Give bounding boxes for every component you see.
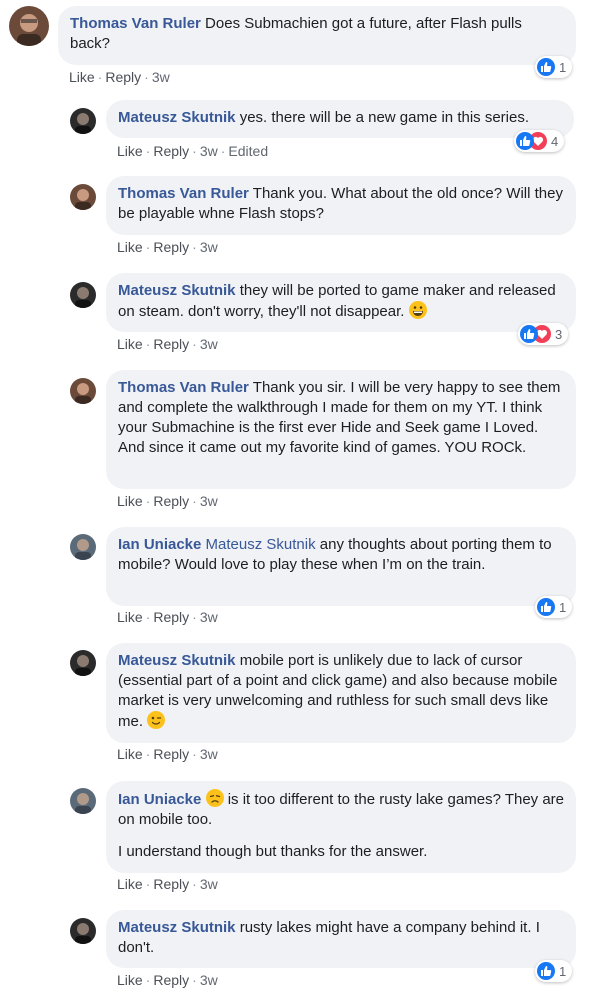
reaction-count: 3 xyxy=(555,326,563,342)
reply-button[interactable]: Reply xyxy=(153,972,189,988)
avatar[interactable] xyxy=(70,650,96,676)
edited-label[interactable]: Edited xyxy=(228,143,268,159)
reply-button[interactable]: Reply xyxy=(153,746,189,762)
comment-timestamp[interactable]: 3w xyxy=(200,972,218,988)
like-button[interactable]: Like xyxy=(117,143,143,159)
like-button[interactable]: Like xyxy=(117,746,143,762)
comment-timestamp[interactable]: 3w xyxy=(200,609,218,625)
comment-actions: Like · Reply · 3w xyxy=(117,336,218,352)
comment-actions: Like · Reply · 3w xyxy=(117,239,218,255)
comment-timestamp[interactable]: 3w xyxy=(200,143,218,159)
reply-button[interactable]: Reply xyxy=(153,493,189,509)
comment-timestamp[interactable]: 3w xyxy=(200,746,218,762)
comment-bubble: Thomas Van Ruler Thank you sir. I will b… xyxy=(106,370,576,489)
comment-actions: Like · Reply · 3w xyxy=(69,69,170,85)
avatar[interactable] xyxy=(70,282,96,308)
reaction-count: 1 xyxy=(559,963,567,979)
comment-bubble: Ian Uniacke is it too different to the r… xyxy=(106,781,576,873)
comment-text-paragraph: I understand though but thanks for the a… xyxy=(118,843,428,860)
comment-actions: Like · Reply · 3w xyxy=(117,972,218,988)
comment-bubble: Mateusz Skutnik they will be ported to g… xyxy=(106,273,576,332)
like-reaction-icon xyxy=(537,962,555,980)
like-button[interactable]: Like xyxy=(117,876,143,892)
comment-actions: Like · Reply · 3w xyxy=(117,609,218,625)
mention-link[interactable]: Mateusz Skutnik xyxy=(206,536,316,553)
comment-timestamp[interactable]: 3w xyxy=(152,69,170,85)
grinning-face-emoji-icon xyxy=(408,301,427,319)
like-reaction-icon xyxy=(520,325,538,343)
like-reaction-icon xyxy=(537,58,555,76)
comment-bubble: Thomas Van Ruler Does Submachien got a f… xyxy=(58,6,576,65)
like-button[interactable]: Like xyxy=(117,336,143,352)
reaction-summary[interactable]: 1 xyxy=(535,56,573,78)
comment-author[interactable]: Ian Uniacke xyxy=(118,791,201,808)
reaction-count: 1 xyxy=(559,599,567,615)
reply-button[interactable]: Reply xyxy=(153,143,189,159)
reply-button[interactable]: Reply xyxy=(153,876,189,892)
comment-actions: Like · Reply · 3w xyxy=(117,493,218,509)
comment-author[interactable]: Mateusz Skutnik xyxy=(118,652,236,669)
avatar[interactable] xyxy=(70,184,96,210)
avatar[interactable] xyxy=(70,534,96,560)
winking-face-emoji-icon xyxy=(147,711,166,729)
reply-button[interactable]: Reply xyxy=(105,69,141,85)
reply-button[interactable]: Reply xyxy=(153,609,189,625)
comment-timestamp[interactable]: 3w xyxy=(200,336,218,352)
comment-text: yes. there will be a new game in this se… xyxy=(239,109,530,126)
like-reaction-icon xyxy=(537,598,555,616)
comment-author[interactable]: Mateusz Skutnik xyxy=(118,919,236,936)
comment-author[interactable]: Thomas Van Ruler xyxy=(118,185,249,202)
comment-author[interactable]: Mateusz Skutnik xyxy=(118,282,236,299)
comment-bubble: Mateusz Skutnik rusty lakes might have a… xyxy=(106,910,576,968)
comment-author[interactable]: Thomas Van Ruler xyxy=(118,379,249,396)
like-reaction-icon xyxy=(516,132,534,150)
reaction-summary[interactable]: 1 xyxy=(535,596,573,618)
avatar[interactable] xyxy=(70,378,96,404)
comment-timestamp[interactable]: 3w xyxy=(200,876,218,892)
comment-timestamp[interactable]: 3w xyxy=(200,493,218,509)
like-button[interactable]: Like xyxy=(117,239,143,255)
like-button[interactable]: Like xyxy=(117,972,143,988)
reaction-summary[interactable]: 4 xyxy=(514,130,565,152)
reply-button[interactable]: Reply xyxy=(153,336,189,352)
comment-timestamp[interactable]: 3w xyxy=(200,239,218,255)
like-button[interactable]: Like xyxy=(69,69,95,85)
reply-button[interactable]: Reply xyxy=(153,239,189,255)
avatar[interactable] xyxy=(70,108,96,134)
comment-actions: Like · Reply · 3w xyxy=(117,876,218,892)
avatar[interactable] xyxy=(9,6,49,46)
avatar[interactable] xyxy=(70,918,96,944)
like-button[interactable]: Like xyxy=(117,493,143,509)
reaction-summary[interactable]: 3 xyxy=(518,323,569,345)
comment-author[interactable]: Mateusz Skutnik xyxy=(118,109,236,126)
comment-actions: Like · Reply · 3w · Edited xyxy=(117,143,269,159)
disappointed-face-emoji-icon xyxy=(205,789,224,807)
comment-author[interactable]: Ian Uniacke xyxy=(118,536,201,553)
comment-actions: Like · Reply · 3w xyxy=(117,746,218,762)
like-button[interactable]: Like xyxy=(117,609,143,625)
avatar[interactable] xyxy=(70,788,96,814)
reaction-count: 4 xyxy=(551,133,559,149)
comment-bubble: Ian Uniacke Mateusz Skutnik any thoughts… xyxy=(106,527,576,606)
comment-bubble: Mateusz Skutnik mobile port is unlikely … xyxy=(106,643,576,743)
reaction-count: 1 xyxy=(559,59,567,75)
comment-author[interactable]: Thomas Van Ruler xyxy=(70,15,201,32)
comment-bubble: Mateusz Skutnik yes. there will be a new… xyxy=(106,100,574,138)
comment-bubble: Thomas Van Ruler Thank you. What about t… xyxy=(106,176,576,235)
reaction-summary[interactable]: 1 xyxy=(535,960,573,982)
